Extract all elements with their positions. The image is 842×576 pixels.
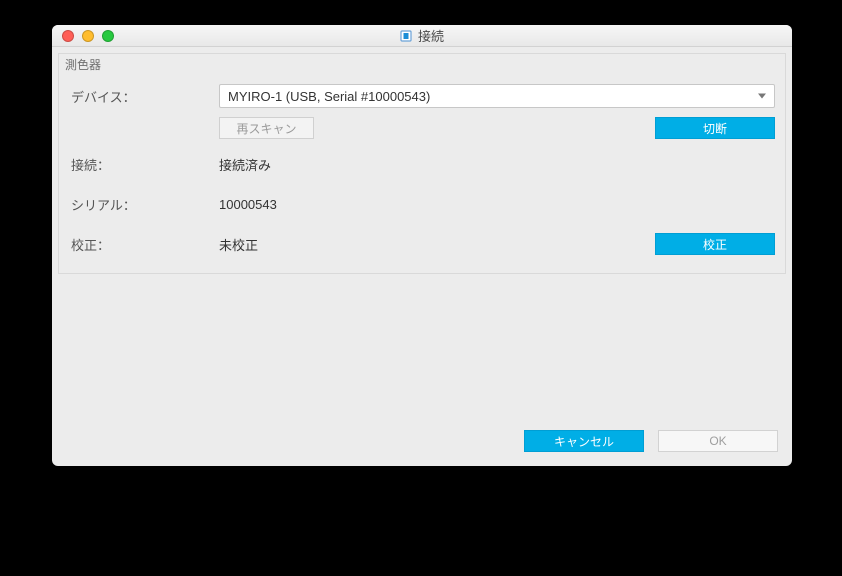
- cancel-button[interactable]: キャンセル: [524, 430, 644, 452]
- content-area: 測色器 デバイス： MYIRO-1 (USB, Serial #10000543…: [52, 47, 792, 466]
- calibration-row: 校正： 未校正 校正: [59, 229, 785, 259]
- calibrate-button[interactable]: 校正: [655, 233, 775, 255]
- scan-row: 再スキャン 切断: [59, 117, 785, 139]
- calibration-label: 校正：: [69, 235, 219, 254]
- device-row: デバイス： MYIRO-1 (USB, Serial #10000543): [59, 81, 785, 111]
- app-icon: [400, 30, 412, 42]
- zoom-icon[interactable]: [102, 30, 114, 42]
- close-icon[interactable]: [62, 30, 74, 42]
- serial-label: シリアル：: [69, 195, 219, 214]
- serial-value: 10000543: [219, 197, 277, 212]
- cancel-button-label: キャンセル: [554, 433, 614, 450]
- rescan-button-label: 再スキャン: [236, 120, 296, 137]
- calibration-value: 未校正: [219, 235, 258, 254]
- titlebar: 接続: [52, 25, 792, 47]
- disconnect-button[interactable]: 切断: [655, 117, 775, 139]
- colorimeter-group: 測色器 デバイス： MYIRO-1 (USB, Serial #10000543…: [58, 53, 786, 274]
- dialog-footer: キャンセル OK: [52, 418, 792, 466]
- minimize-icon[interactable]: [82, 30, 94, 42]
- connection-value: 接続済み: [219, 155, 271, 174]
- device-label: デバイス：: [69, 87, 219, 106]
- chevron-down-icon: [758, 94, 766, 99]
- window-controls: [62, 30, 114, 42]
- dialog-window: 接続 測色器 デバイス： MYIRO-1 (USB, Serial #10000…: [52, 25, 792, 466]
- device-select[interactable]: MYIRO-1 (USB, Serial #10000543): [219, 84, 775, 108]
- serial-row: シリアル： 10000543: [59, 189, 785, 219]
- device-select-value: MYIRO-1 (USB, Serial #10000543): [228, 89, 430, 104]
- calibrate-button-label: 校正: [703, 236, 727, 253]
- connection-label: 接続：: [69, 155, 219, 174]
- window-title: 接続: [418, 26, 444, 45]
- window-title-wrap: 接続: [400, 26, 444, 45]
- group-title: 測色器: [59, 54, 785, 73]
- ok-button[interactable]: OK: [658, 430, 778, 452]
- disconnect-button-label: 切断: [703, 120, 727, 137]
- rescan-button[interactable]: 再スキャン: [219, 117, 314, 139]
- connection-row: 接続： 接続済み: [59, 149, 785, 179]
- ok-button-label: OK: [709, 434, 726, 448]
